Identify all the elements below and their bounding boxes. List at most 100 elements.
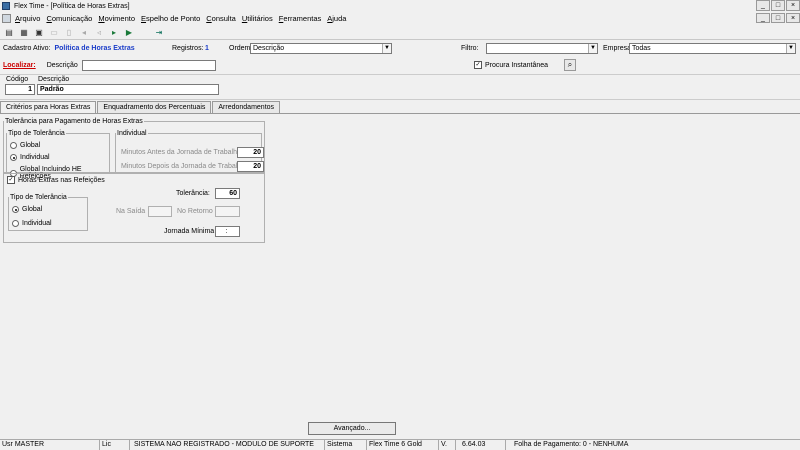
tolerancia-label: Tolerância:	[176, 190, 210, 197]
minutos-antes-field[interactable]: 20	[237, 147, 264, 158]
status-bar: Usr MASTER Lic SISTEMA NAO REGISTRADO - …	[0, 439, 800, 450]
empresa-select[interactable]: Todas ▼	[629, 42, 796, 54]
save-icon[interactable]: ▭	[48, 26, 60, 38]
status-sistema-label: Sistema	[325, 440, 367, 450]
individual-legend: Individual	[117, 130, 147, 137]
radio-button[interactable]	[10, 142, 17, 149]
tipo-tolerancia-group: Tipo de Tolerância Global Individual Glo…	[6, 130, 110, 180]
window-controls: _ □ ×	[755, 0, 800, 11]
jornada-minima-field[interactable]: :	[215, 226, 240, 237]
minimize-button[interactable]: _	[756, 0, 770, 11]
close-button[interactable]: ×	[786, 0, 800, 11]
document-icon[interactable]	[2, 14, 11, 23]
prev-icon[interactable]: ◃	[93, 26, 105, 38]
record-header: Código 1 Descrição Padrão	[0, 74, 800, 100]
radio-individual[interactable]: Individual	[10, 154, 50, 161]
radio-label: Global	[22, 206, 43, 213]
descricao-value: Padrão	[40, 86, 64, 93]
jornada-minima-label: Jornada Mínima	[164, 228, 215, 235]
registros-value: 1	[205, 44, 209, 52]
copy-icon[interactable]: ▣	[33, 26, 45, 38]
ordem-label: Ordem:	[229, 44, 253, 52]
window-title: Flex Time - [Política de Horas Extras]	[14, 2, 130, 10]
child-window-controls: _ □ ×	[755, 13, 800, 23]
status-user: Usr MASTER	[0, 440, 100, 450]
localizar-label: Localizar:	[3, 61, 36, 69]
refeicoes-tipo-group: Tipo de Tolerância Global Individual	[8, 194, 88, 231]
menu-movimento[interactable]: Movimento	[98, 14, 135, 23]
menu-ajuda[interactable]: Ajuda	[327, 14, 346, 23]
chevron-down-icon[interactable]: ▼	[786, 43, 795, 53]
menu-comunicacao[interactable]: Comunicação	[46, 14, 92, 23]
empresa-value: Todas	[632, 44, 651, 52]
status-registration: SISTEMA NAO REGISTRADO - MODULO DE SUPOR…	[130, 440, 325, 450]
horas-extras-refeicoes[interactable]: ✓ Horas Extras nas Refeições	[7, 176, 105, 184]
cadastro-value: Política de Horas Extras	[54, 44, 135, 52]
radio-refeicao-global[interactable]: Global	[12, 206, 42, 213]
maximize-button[interactable]: □	[771, 0, 785, 11]
status-folha: Folha de Pagamento: 0 - NENHUMA	[514, 441, 629, 448]
menu-consulta[interactable]: Consulta	[206, 14, 236, 23]
search-input[interactable]	[81, 59, 216, 71]
delete-icon[interactable]: ▯	[63, 26, 75, 38]
tolerancia-field[interactable]: 60	[215, 188, 240, 199]
exit-icon[interactable]: ⇥	[153, 26, 165, 38]
radio-label: Individual	[20, 154, 50, 161]
individual-group: Individual Minutos Antes da Jornada de T…	[115, 130, 264, 174]
app-icon	[2, 2, 10, 10]
no-retorno-field[interactable]	[215, 206, 240, 217]
chevron-down-icon[interactable]: ▼	[588, 43, 597, 53]
child-minimize-button[interactable]: _	[756, 13, 770, 23]
tab-arredondamentos[interactable]: Arredondamentos	[212, 101, 281, 113]
na-saida-field[interactable]	[148, 206, 172, 217]
menu-utilitarios[interactable]: Utilitários	[242, 14, 273, 23]
menu-arquivo[interactable]: Arquivo	[15, 14, 40, 23]
child-restore-button[interactable]: □	[771, 13, 785, 23]
radio-refeicao-individual[interactable]: Individual	[12, 220, 52, 227]
minutos-depois-label: Minutos Depois da Jornada de Trabalho	[121, 163, 246, 170]
radio-button[interactable]	[12, 206, 19, 213]
cadastro-label: Cadastro Ativo:	[3, 44, 51, 52]
codigo-value: 1	[28, 86, 32, 93]
status-product: Flex Time 6 Gold	[367, 440, 439, 450]
tab-strip: Critérios para Horas Extras Enquadrament…	[0, 101, 281, 114]
advanced-button[interactable]: Avançado...	[308, 422, 396, 435]
procura-instantanea-checkbox[interactable]: ✓	[474, 61, 482, 69]
procura-instantanea-label: Procura Instantânea	[485, 61, 549, 69]
ordem-select[interactable]: Descrição ▼	[250, 42, 392, 54]
refeicoes-checkbox[interactable]: ✓	[7, 176, 15, 184]
codigo-field[interactable]: 1	[5, 84, 35, 95]
last-icon[interactable]: ▶	[123, 26, 135, 38]
descricao-label: Descrição	[38, 76, 70, 83]
status-lic: Lic	[100, 440, 130, 450]
first-icon[interactable]: ◂	[78, 26, 90, 38]
descricao-field[interactable]: Padrão	[37, 84, 219, 95]
minutos-depois-field[interactable]: 20	[237, 161, 264, 172]
descricao-search-label: Descrição	[46, 61, 78, 69]
status-version-label: V.	[439, 440, 456, 450]
filtro-label: Filtro:	[461, 44, 479, 52]
toolbar: ▤ ▦ ▣ ▭ ▯ ◂ ◃ ▸ ▶ ⇥	[0, 25, 800, 40]
new-icon[interactable]: ▤	[3, 26, 15, 38]
menu-bar: Arquivo Comunicação Movimento Espelho de…	[0, 13, 800, 24]
tab-panel-criterios: Tolerância para Pagamento de Horas Extra…	[0, 113, 800, 419]
menu-espelho-de-ponto[interactable]: Espelho de Ponto	[141, 14, 200, 23]
child-close-button[interactable]: ×	[786, 13, 800, 23]
search-bar: Localizar: Descrição ✓ Procura Instantân…	[0, 58, 800, 72]
empresa-label: Empresa	[603, 44, 632, 52]
refeicoes-checkbox-label: Horas Extras nas Refeições	[18, 176, 105, 184]
filtro-select[interactable]: ▼	[486, 42, 598, 54]
radio-button[interactable]	[10, 154, 17, 161]
menu-ferramentas[interactable]: Ferramentas	[279, 14, 322, 23]
next-icon[interactable]: ▸	[108, 26, 120, 38]
tab-enquadramento[interactable]: Enquadramento dos Percentuais	[97, 101, 212, 113]
radio-button[interactable]	[12, 220, 19, 227]
edit-icon[interactable]: ▦	[18, 26, 30, 38]
chevron-down-icon[interactable]: ▼	[382, 43, 391, 53]
minutos-antes-label: Minutos Antes da Jornada de Trabalho	[121, 149, 241, 156]
radio-global[interactable]: Global	[10, 142, 40, 149]
search-icon[interactable]: ⌕	[564, 59, 576, 71]
tolerancia-pagamento-group: Tolerância para Pagamento de Horas Extra…	[3, 118, 265, 180]
active-record-bar: Cadastro Ativo: Política de Horas Extras…	[0, 41, 800, 55]
radio-label: Individual	[22, 220, 52, 227]
